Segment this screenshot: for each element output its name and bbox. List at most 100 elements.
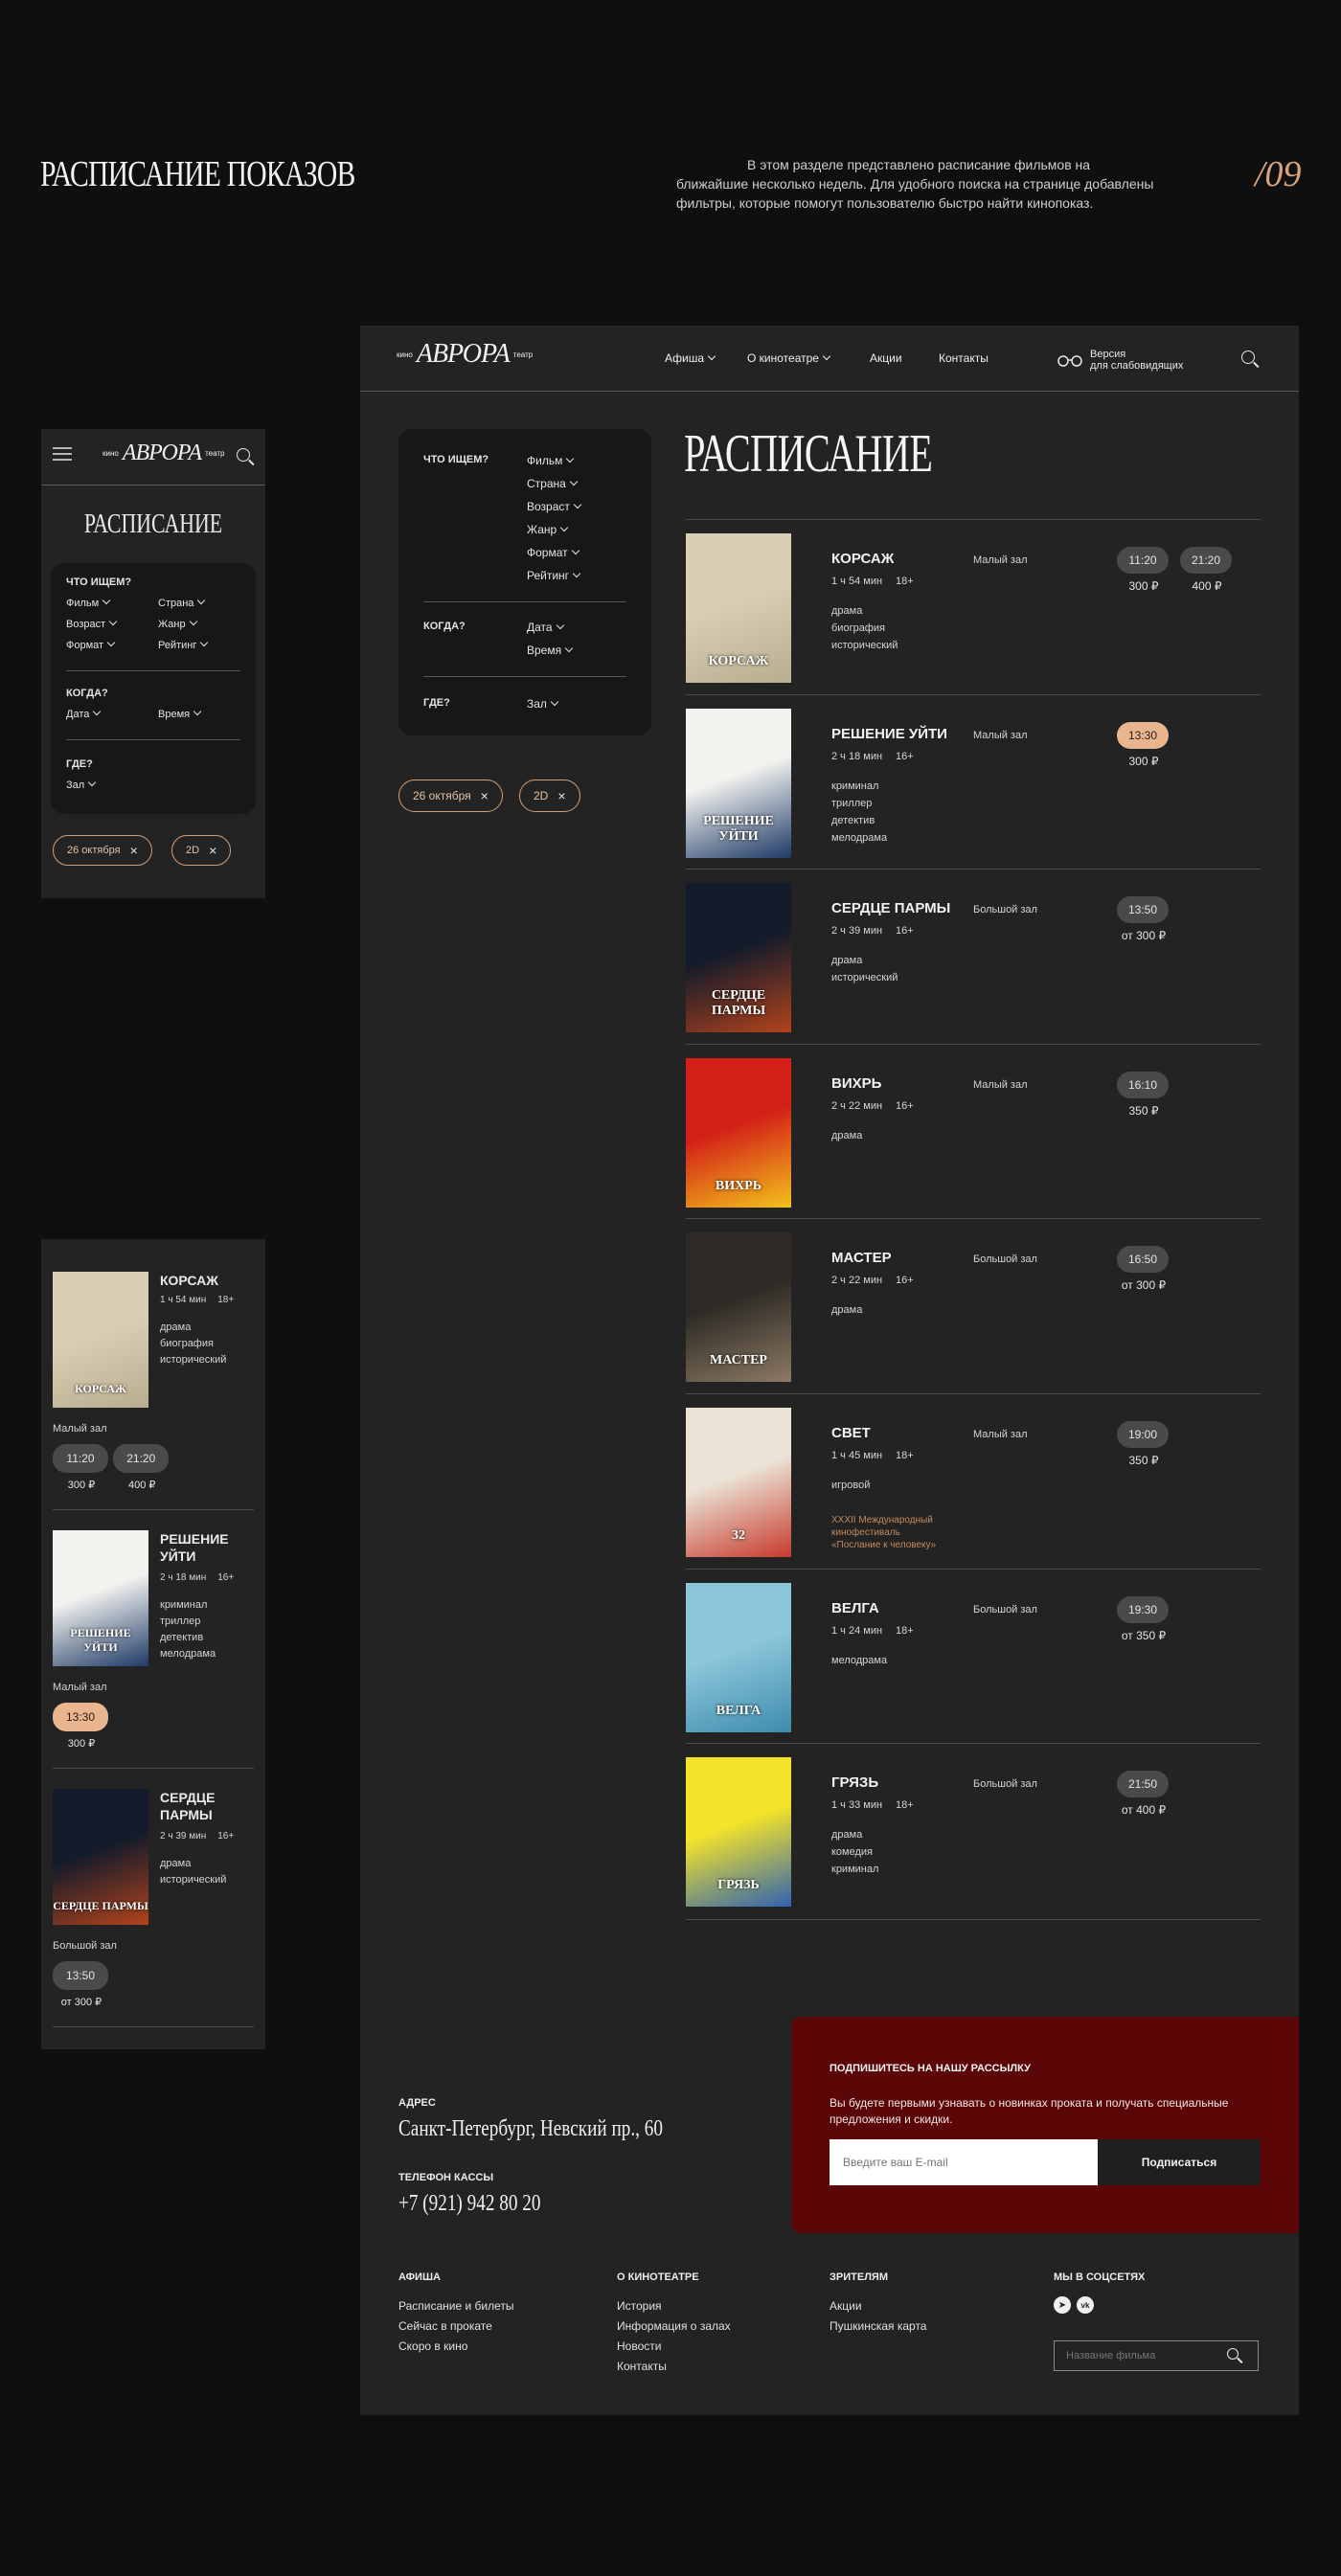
footer-link[interactable]: Новости bbox=[617, 2337, 661, 2357]
footer-link[interactable]: Сейчас в прокате bbox=[398, 2316, 492, 2337]
active-filter-chip-format[interactable]: 2D × bbox=[519, 780, 580, 812]
mobile-movie-card[interactable]: КОРСАЖ КОРСАЖ 1 ч 54 мин 18+ драма биография… bbox=[53, 1262, 254, 1513]
movie-title[interactable]: СЕРДЦЕ ПАРМЫ bbox=[831, 900, 950, 916]
showtime-button[interactable]: 21:20 bbox=[1180, 547, 1232, 574]
movie-poster[interactable]: КОРСАЖ bbox=[686, 533, 791, 683]
mobile-movie-card[interactable]: РЕШЕНИЕ УЙТИ РЕШЕНИЕ УЙТИ 2 ч 18 мин 16+ кри… bbox=[53, 1521, 254, 1772]
active-filter-chip-date[interactable]: 26 октября × bbox=[398, 780, 503, 812]
movie-row[interactable]: МАСТЕР МАСТЕР 2 ч 22 мин 16+ драма Большой за… bbox=[686, 1218, 1261, 1393]
footer-link[interactable]: История bbox=[617, 2296, 662, 2316]
showtime-slot[interactable]: 13:30 300 ₽ bbox=[53, 1703, 110, 1750]
subscribe-button[interactable]: Подписаться bbox=[1098, 2139, 1261, 2185]
footer-link[interactable]: Контакты bbox=[617, 2357, 667, 2377]
movie-poster[interactable]: РЕШЕНИЕ УЙТИ bbox=[686, 708, 791, 858]
mobile-movie-card[interactable]: СЕРДЦЕ ПАРМЫ СЕРДЦЕ ПАРМЫ 2 ч 39 мин 16+ дра… bbox=[53, 1779, 254, 2030]
movie-poster[interactable]: МАСТЕР bbox=[686, 1232, 791, 1383]
movie-title[interactable]: ГРЯЗЬ bbox=[831, 1774, 878, 1791]
movie-title[interactable]: ВИХРЬ bbox=[831, 1075, 881, 1092]
movie-title[interactable]: СЕРДЦЕ ПАРМЫ bbox=[160, 1789, 252, 1823]
close-icon[interactable]: × bbox=[481, 788, 489, 803]
close-icon[interactable]: × bbox=[130, 843, 138, 858]
filter-genre[interactable]: Жанр bbox=[158, 617, 197, 630]
showtime-button[interactable]: 16:10 bbox=[1117, 1071, 1169, 1098]
showtime-slot[interactable]: 11:20 300 ₽ bbox=[1117, 547, 1171, 593]
filter-film[interactable]: Фильм bbox=[66, 596, 111, 609]
movie-row[interactable]: ГРЯЗЬ ГРЯЗЬ 1 ч 33 мин 18+ драма комедия кри… bbox=[686, 1743, 1261, 1918]
filter-country[interactable]: Страна bbox=[158, 596, 206, 609]
accessibility-toggle[interactable]: Версия для слабовидящих bbox=[1057, 349, 1183, 372]
filter-time[interactable]: Время bbox=[527, 644, 574, 657]
active-filter-chip-format[interactable]: 2D × bbox=[171, 835, 232, 866]
showtime-button[interactable]: 11:20 bbox=[53, 1444, 108, 1473]
nav-item-contacts[interactable]: Контакты bbox=[939, 351, 989, 365]
filter-format[interactable]: Формат bbox=[66, 638, 116, 651]
filter-time[interactable]: Время bbox=[158, 707, 202, 720]
showtime-button[interactable]: 11:20 bbox=[1117, 547, 1169, 574]
showtime-slot[interactable]: 13:30 300 ₽ bbox=[1117, 721, 1171, 768]
movie-row[interactable]: 32 СВЕТ 1 ч 45 мин 18+ игровой XXXII Междунар… bbox=[686, 1393, 1261, 1569]
movie-search-input[interactable] bbox=[1055, 2341, 1240, 2370]
logo[interactable]: кино АВРОРА театр bbox=[397, 339, 533, 370]
movie-row[interactable]: СЕРДЦЕ ПАРМЫ СЕРДЦЕ ПАРМЫ 2 ч 39 мин 16+ дра… bbox=[686, 869, 1261, 1044]
movie-poster[interactable]: ВИХРЬ bbox=[686, 1057, 791, 1208]
showtime-slot[interactable]: 19:00 350 ₽ bbox=[1117, 1421, 1171, 1467]
movie-title[interactable]: РЕШЕНИЕ УЙТИ bbox=[160, 1530, 252, 1565]
telegram-icon[interactable]: ➤ bbox=[1054, 2296, 1071, 2314]
filter-rating[interactable]: Рейтинг bbox=[158, 638, 209, 651]
showtime-slot[interactable]: 11:20 300 ₽ bbox=[53, 1444, 110, 1491]
showtime-button[interactable]: 21:20 bbox=[113, 1444, 170, 1473]
movie-title[interactable]: КОРСАЖ bbox=[160, 1272, 252, 1289]
nav-item-afisha[interactable]: Афиша bbox=[665, 351, 716, 365]
showtime-slot[interactable]: 19:30 от 350 ₽ bbox=[1117, 1595, 1171, 1642]
filter-age[interactable]: Возраст bbox=[527, 500, 582, 513]
logo[interactable]: кино АВРОРА театр bbox=[102, 441, 224, 466]
movie-poster[interactable]: ГРЯЗЬ bbox=[686, 1757, 791, 1908]
email-field[interactable] bbox=[830, 2139, 1098, 2185]
movie-poster[interactable]: КОРСАЖ bbox=[53, 1272, 148, 1408]
filter-film[interactable]: Фильм bbox=[527, 454, 575, 467]
phone-value[interactable]: +7 (921) 942 80 20 bbox=[398, 2191, 540, 2217]
active-filter-chip-date[interactable]: 26 октября × bbox=[53, 835, 152, 866]
showtime-slot[interactable]: 13:50 от 300 ₽ bbox=[1117, 896, 1171, 942]
movie-title[interactable]: РЕШЕНИЕ УЙТИ bbox=[831, 726, 947, 742]
filter-date[interactable]: Дата bbox=[66, 707, 102, 720]
movie-title[interactable]: СВЕТ bbox=[831, 1425, 871, 1441]
showtime-button[interactable]: 13:30 bbox=[53, 1703, 108, 1731]
filter-country[interactable]: Страна bbox=[527, 477, 579, 490]
filter-hall[interactable]: Зал bbox=[66, 778, 97, 791]
showtime-button[interactable]: 13:50 bbox=[1117, 896, 1169, 924]
footer-link[interactable]: Скоро в кино bbox=[398, 2337, 467, 2357]
nav-item-about[interactable]: О кинотеатре bbox=[747, 351, 831, 365]
filter-date[interactable]: Дата bbox=[527, 621, 564, 634]
menu-icon[interactable] bbox=[53, 446, 72, 462]
showtime-button[interactable]: 19:00 bbox=[1117, 1421, 1169, 1448]
movie-poster[interactable]: СЕРДЦЕ ПАРМЫ bbox=[53, 1789, 148, 1925]
search-icon[interactable] bbox=[237, 448, 250, 462]
showtime-slot[interactable]: 13:50 от 300 ₽ bbox=[53, 1961, 110, 2008]
showtime-button[interactable]: 13:50 bbox=[53, 1961, 108, 1990]
nav-item-promos[interactable]: Акции bbox=[870, 351, 902, 365]
footer-link[interactable]: Пушкинская карта bbox=[830, 2316, 926, 2337]
filter-hall[interactable]: Зал bbox=[527, 697, 559, 711]
showtime-slot[interactable]: 21:20 400 ₽ bbox=[1180, 547, 1234, 593]
showtime-button[interactable]: 21:50 bbox=[1117, 1771, 1169, 1798]
movie-poster[interactable]: СЕРДЦЕ ПАРМЫ bbox=[686, 883, 791, 1033]
filter-rating[interactable]: Рейтинг bbox=[527, 569, 581, 582]
filter-genre[interactable]: Жанр bbox=[527, 523, 569, 536]
showtime-slot[interactable]: 21:50 от 400 ₽ bbox=[1117, 1771, 1171, 1817]
footer-link[interactable]: Информация о залах bbox=[617, 2316, 731, 2337]
filter-format[interactable]: Формат bbox=[527, 546, 580, 559]
movie-row[interactable]: ВЕЛГА ВЕЛГА 1 ч 24 мин 18+ мелодрама Большой … bbox=[686, 1568, 1261, 1744]
showtime-slot[interactable]: 16:10 350 ₽ bbox=[1117, 1071, 1171, 1118]
movie-row[interactable]: РЕШЕНИЕ УЙТИ РЕШЕНИЕ УЙТИ 2 ч 18 мин 16+ кри… bbox=[686, 693, 1261, 870]
showtime-slot[interactable]: 21:20 400 ₽ bbox=[113, 1444, 170, 1491]
footer-link[interactable]: Расписание и билеты bbox=[398, 2296, 514, 2316]
search-icon[interactable] bbox=[1227, 2348, 1239, 2360]
movie-title[interactable]: МАСТЕР bbox=[831, 1250, 892, 1266]
movie-row[interactable]: КОРСАЖ КОРСАЖ 1 ч 54 мин 18+ драма биография… bbox=[686, 519, 1261, 694]
movie-poster[interactable]: ВЕЛГА bbox=[686, 1582, 791, 1732]
showtime-slot[interactable]: 16:50 от 300 ₽ bbox=[1117, 1246, 1171, 1292]
movie-title[interactable]: КОРСАЖ bbox=[831, 551, 894, 567]
close-icon[interactable]: × bbox=[557, 788, 565, 803]
footer-link[interactable]: Акции bbox=[830, 2296, 862, 2316]
